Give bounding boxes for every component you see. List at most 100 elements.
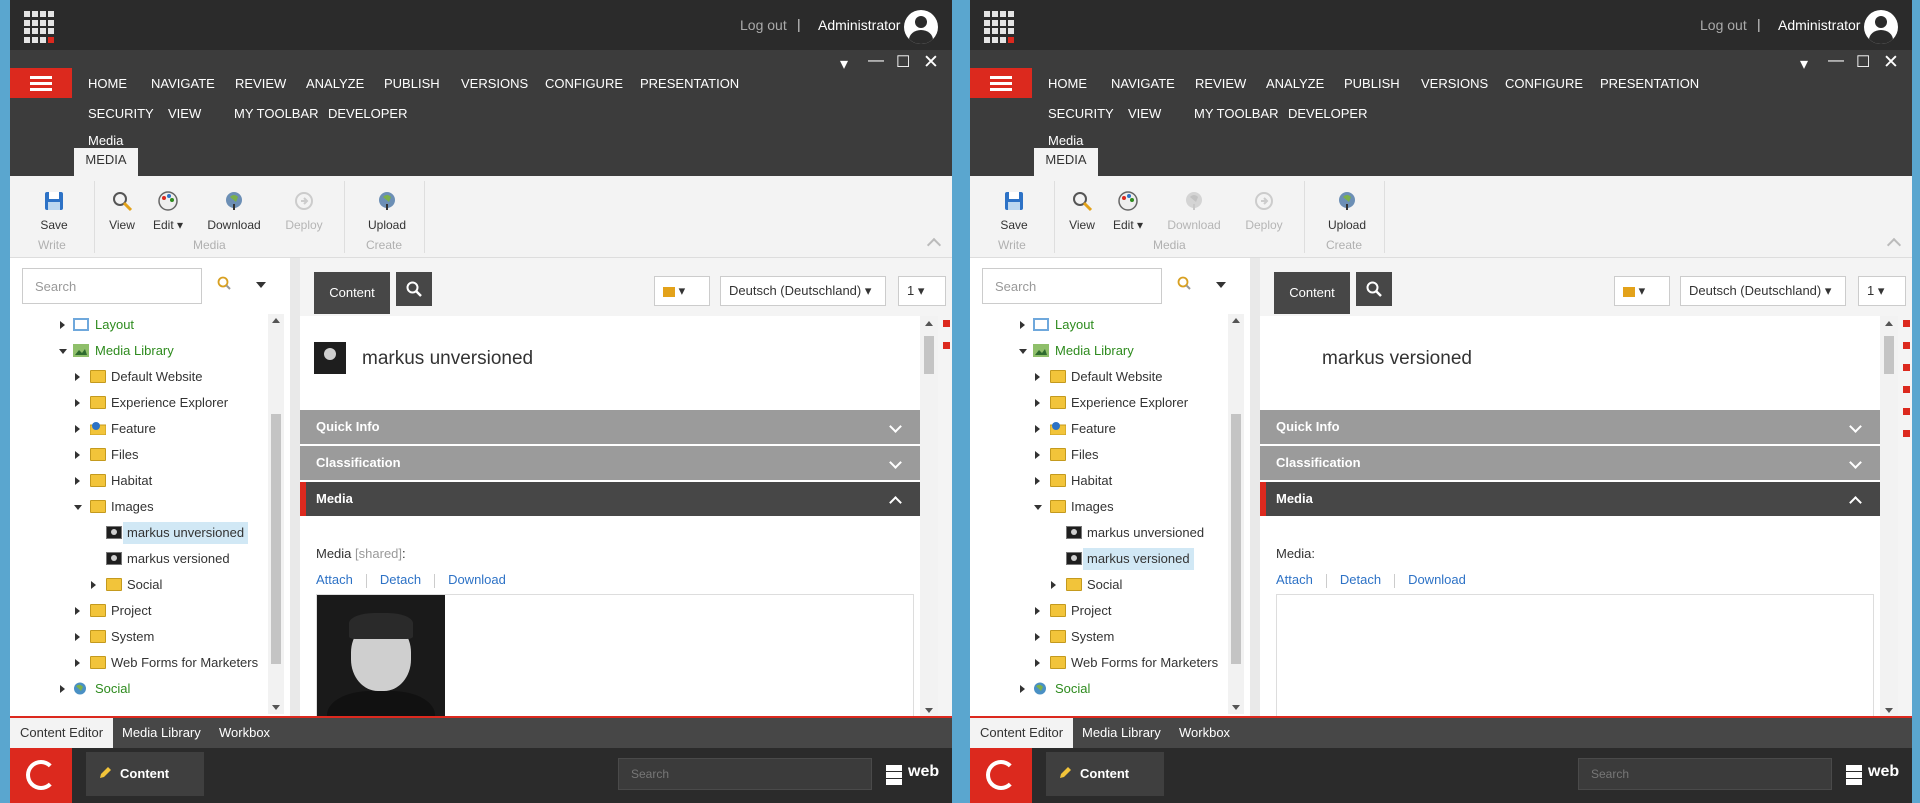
hamburger-menu-icon[interactable] [970, 68, 1032, 98]
edit-button[interactable]: Edit ▾ [148, 190, 188, 232]
expand-arrow-icon[interactable] [91, 581, 96, 589]
tab-presentation[interactable]: PRESENTATION [640, 76, 739, 91]
content-scrollbar[interactable] [1880, 316, 1898, 718]
taskbar-search-input[interactable]: Search [1578, 758, 1832, 790]
download-link[interactable]: Download [448, 572, 506, 587]
scroll-down-icon[interactable] [1232, 705, 1240, 710]
validation-marker[interactable] [1903, 342, 1910, 349]
item-icon-dropdown[interactable]: ▾ [654, 276, 710, 306]
language-dropdown[interactable]: Deutsch (Deutschland) ▾ [720, 276, 886, 306]
section-media[interactable]: Media [1260, 482, 1880, 516]
tab-view[interactable]: VIEW [168, 106, 201, 121]
validation-marker[interactable] [1903, 408, 1910, 415]
tab-security[interactable]: SECURITY [1048, 106, 1114, 121]
validation-marker[interactable] [943, 342, 950, 349]
tab-versions[interactable]: VERSIONS [461, 76, 528, 91]
tab-configure[interactable]: CONFIGURE [1505, 76, 1583, 91]
expand-arrow-icon[interactable] [75, 477, 80, 485]
tab-developer[interactable]: DEVELOPER [328, 106, 407, 121]
expand-arrow-icon[interactable] [1035, 477, 1040, 485]
expand-arrow-icon[interactable] [1035, 399, 1040, 407]
database-name[interactable]: web [908, 763, 939, 781]
expand-arrow-icon[interactable] [75, 607, 80, 615]
search-icon[interactable] [1177, 276, 1191, 290]
panel-splitter[interactable] [290, 258, 300, 718]
search-icon[interactable] [217, 276, 231, 290]
bottom-tab-content-editor[interactable]: Content Editor [970, 718, 1074, 748]
scroll-up-icon[interactable] [925, 321, 933, 326]
tree-search-input[interactable]: Search [22, 268, 202, 304]
validation-marker[interactable] [943, 320, 950, 327]
expand-arrow-icon[interactable] [1035, 607, 1040, 615]
close-icon[interactable]: ✕ [923, 51, 939, 74]
search-tab[interactable] [396, 272, 432, 306]
tab-home[interactable]: HOME [1048, 76, 1087, 91]
tab-versions[interactable]: VERSIONS [1421, 76, 1488, 91]
collapse-arrow-icon[interactable] [59, 349, 67, 354]
expand-arrow-icon[interactable] [1035, 659, 1040, 667]
download-button[interactable]: Download [1162, 190, 1226, 232]
scroll-up-icon[interactable] [1232, 318, 1240, 323]
section-classification[interactable]: Classification [1260, 446, 1880, 480]
bottom-tab-media-library[interactable]: Media Library [1082, 718, 1161, 748]
tab-my-toolbar[interactable]: MY TOOLBAR [1194, 106, 1279, 121]
expand-arrow-icon[interactable] [1035, 451, 1040, 459]
version-dropdown[interactable]: 1 ▾ [1858, 276, 1906, 306]
collapse-arrow-icon[interactable] [1034, 505, 1042, 510]
scroll-thumb[interactable] [1231, 414, 1241, 664]
tab-review[interactable]: REVIEW [235, 76, 286, 91]
section-quick-info[interactable]: Quick Info [1260, 410, 1880, 444]
detach-link[interactable]: Detach [1340, 572, 1381, 587]
app-launcher-icon[interactable] [984, 11, 1016, 43]
scroll-down-icon[interactable] [272, 705, 280, 710]
logout-link[interactable]: Log out [1700, 17, 1747, 33]
tab-media[interactable]: MEDIA [74, 148, 138, 176]
tree-search-input[interactable]: Search [982, 268, 1162, 304]
scroll-thumb[interactable] [924, 336, 934, 374]
tab-content[interactable]: Content [1274, 272, 1350, 314]
tab-navigate[interactable]: NAVIGATE [151, 76, 215, 91]
scroll-down-icon[interactable] [925, 708, 933, 713]
section-classification[interactable]: Classification [300, 446, 920, 480]
expand-arrow-icon[interactable] [75, 451, 80, 459]
detach-link[interactable]: Detach [380, 572, 421, 587]
scroll-up-icon[interactable] [1885, 321, 1893, 326]
attach-link[interactable]: Attach [1276, 572, 1313, 587]
minimize-icon[interactable]: — [868, 52, 884, 70]
content-scrollbar[interactable] [920, 316, 938, 718]
scroll-thumb[interactable] [271, 414, 281, 664]
search-tab[interactable] [1356, 272, 1392, 306]
scroll-thumb[interactable] [1884, 336, 1894, 374]
dropdown-caret-icon[interactable]: ▾ [840, 54, 848, 74]
taskbar-content-editor[interactable]: Content Editor [1046, 752, 1164, 796]
expand-arrow-icon[interactable] [1035, 373, 1040, 381]
tab-home[interactable]: HOME [88, 76, 127, 91]
download-button[interactable]: Download [202, 190, 266, 232]
section-quick-info[interactable]: Quick Info [300, 410, 920, 444]
section-media[interactable]: Media [300, 482, 920, 516]
bottom-tab-workbox[interactable]: Workbox [219, 718, 270, 748]
avatar[interactable] [904, 10, 938, 44]
hamburger-menu-icon[interactable] [10, 68, 72, 98]
download-link[interactable]: Download [1408, 572, 1466, 587]
validation-marker[interactable] [1903, 386, 1910, 393]
language-dropdown[interactable]: Deutsch (Deutschland) ▾ [1680, 276, 1846, 306]
tab-my-toolbar[interactable]: MY TOOLBAR [234, 106, 319, 121]
deploy-button[interactable]: Deploy [1242, 190, 1286, 232]
tab-analyze[interactable]: ANALYZE [306, 76, 364, 91]
collapse-arrow-icon[interactable] [74, 505, 82, 510]
tab-publish[interactable]: PUBLISH [384, 76, 440, 91]
maximize-icon[interactable]: ☐ [1856, 52, 1870, 72]
taskbar-search-input[interactable]: Search [618, 758, 872, 790]
edit-button[interactable]: Edit ▾ [1108, 190, 1148, 232]
collapse-arrow-icon[interactable] [1019, 349, 1027, 354]
bottom-tab-media-library[interactable]: Media Library [122, 718, 201, 748]
tab-presentation[interactable]: PRESENTATION [1600, 76, 1699, 91]
upload-button[interactable]: Upload [1322, 190, 1372, 232]
database-name[interactable]: web [1868, 763, 1899, 781]
scroll-down-icon[interactable] [1885, 708, 1893, 713]
app-launcher-icon[interactable] [24, 11, 56, 43]
tab-security[interactable]: SECURITY [88, 106, 154, 121]
expand-arrow-icon[interactable] [1035, 425, 1040, 433]
tree-scrollbar[interactable] [268, 314, 284, 714]
